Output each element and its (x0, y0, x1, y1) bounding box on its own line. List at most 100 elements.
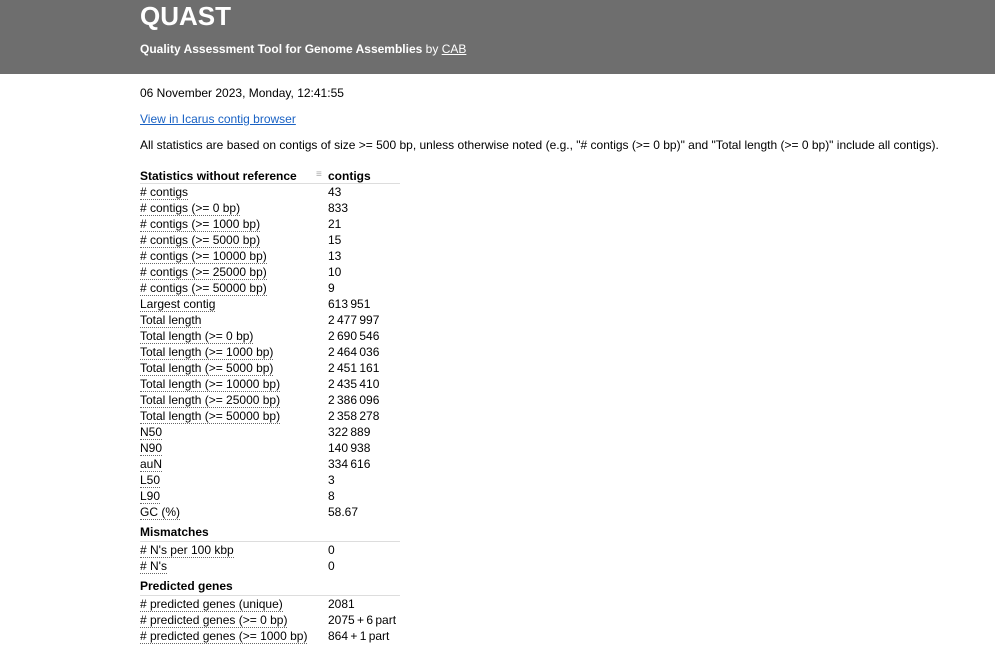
metric-name[interactable]: Total length (>= 10000 bp) (140, 377, 281, 392)
table-row: Total length (>= 25000 bp) 2 386 096 (140, 392, 400, 408)
table-row: L50 3 (140, 472, 400, 488)
metric-name[interactable]: Largest contig (140, 297, 216, 312)
metric-value: 864 + 1 part (328, 629, 390, 643)
table-row: # contigs (>= 25000 bp) 10 (140, 264, 400, 280)
metric-name-text: N50 (140, 425, 163, 440)
metric-value: 140 938 (328, 441, 371, 455)
section-mismatches: Mismatches (140, 524, 400, 542)
metric-value: 9 (328, 281, 335, 295)
metric-value: 21 (328, 217, 342, 231)
table-row: # contigs (>= 50000 bp) 9 (140, 280, 400, 296)
report-date: 06 November 2023, Monday, 12:41:55 (140, 86, 344, 100)
metric-value: 613 951 (328, 297, 371, 311)
metric-name[interactable]: # contigs (>= 25000 bp) (140, 265, 267, 280)
metric-name[interactable]: Total length (>= 0 bp) (140, 329, 254, 344)
table-row: GC (%) 58.67 (140, 504, 400, 520)
stats-table: Statistics without reference ≡ contigs #… (140, 168, 400, 644)
section-predicted-genes: Predicted genes (140, 578, 400, 596)
metric-name[interactable]: N50 (140, 425, 163, 440)
metric-name-text: Total length (>= 1000 bp) (140, 345, 274, 360)
metric-name[interactable]: # contigs (>= 50000 bp) (140, 281, 267, 296)
subtitle-text: Quality Assessment Tool for Genome Assem… (140, 42, 423, 56)
metric-name-text: # contigs (>= 25000 bp) (140, 265, 267, 280)
table-row: auN 334 616 (140, 456, 400, 472)
metric-name[interactable]: # contigs (>= 1000 bp) (140, 217, 261, 232)
metric-name[interactable]: Total length (>= 25000 bp) (140, 393, 281, 408)
table-row: Total length (>= 0 bp) 2 690 546 (140, 328, 400, 344)
metric-name[interactable]: auN (140, 457, 163, 472)
table-row: # predicted genes (>= 0 bp) 2075 + 6 part (140, 612, 400, 628)
metric-name[interactable]: # predicted genes (unique) (140, 597, 283, 612)
metric-name-text: # predicted genes (unique) (140, 597, 283, 612)
metric-value: 2081 (328, 597, 355, 611)
metric-name[interactable]: # predicted genes (>= 1000 bp) (140, 629, 308, 644)
table-row: # contigs (>= 0 bp) 833 (140, 200, 400, 216)
metric-name-text: # contigs (>= 0 bp) (140, 201, 241, 216)
table-row: Total length (>= 50000 bp) 2 358 278 (140, 408, 400, 424)
metric-value: 2 386 096 (328, 393, 380, 407)
metric-name-text: Total length (140, 313, 202, 328)
metric-value: 0 (328, 543, 335, 557)
metric-name[interactable]: Total length (>= 50000 bp) (140, 409, 281, 424)
metric-value: 2075 + 6 part (328, 613, 397, 627)
metric-name-text: # predicted genes (>= 0 bp) (140, 613, 288, 628)
quast-logo: QUAST (140, 1, 231, 31)
metric-value: 2 477 997 (328, 313, 380, 327)
metric-name[interactable]: # contigs (>= 10000 bp) (140, 249, 267, 264)
author-link[interactable]: CAB (442, 42, 467, 56)
metric-name-text: auN (140, 457, 163, 472)
metric-name-text: # contigs (140, 185, 189, 200)
metric-value: 43 (328, 185, 342, 199)
metric-name-text: Total length (>= 0 bp) (140, 329, 254, 344)
metric-name[interactable]: GC (%) (140, 505, 180, 520)
metric-value: 833 (328, 201, 349, 215)
table-header-label: Statistics without reference (140, 169, 297, 183)
metric-name[interactable]: # contigs (>= 0 bp) (140, 201, 241, 216)
metric-name[interactable]: L50 (140, 473, 161, 488)
table-header: Statistics without reference ≡ contigs (140, 168, 400, 184)
metric-name-text: # contigs (>= 1000 bp) (140, 217, 261, 232)
table-row: # contigs (>= 5000 bp) 15 (140, 232, 400, 248)
page-header: QUAST Quality Assessment Tool for Genome… (0, 0, 995, 74)
metric-value: 2 690 546 (328, 329, 380, 343)
metric-value: 15 (328, 233, 342, 247)
table-row: # N's 0 (140, 558, 400, 574)
metric-value: 334 616 (328, 457, 371, 471)
table-row: N50 322 889 (140, 424, 400, 440)
metric-name[interactable]: Total length (140, 313, 202, 328)
metric-name-text: Largest contig (140, 297, 216, 312)
metric-name[interactable]: # N's per 100 kbp (140, 543, 234, 558)
table-row: Largest contig 613 951 (140, 296, 400, 312)
metric-name[interactable]: N90 (140, 441, 163, 456)
metric-value: 322 889 (328, 425, 371, 439)
metric-name-text: L50 (140, 473, 161, 488)
metric-value: 58.67 (328, 505, 359, 519)
column-header-contigs[interactable]: contigs (328, 169, 371, 183)
metric-name[interactable]: # N's (140, 559, 167, 574)
metric-name[interactable]: L90 (140, 489, 161, 504)
table-row: Total length 2 477 997 (140, 312, 400, 328)
table-row: # contigs 43 (140, 184, 400, 200)
table-row: Total length (>= 10000 bp) 2 435 410 (140, 376, 400, 392)
section-label: Mismatches (140, 525, 209, 539)
metric-name-text: L90 (140, 489, 161, 504)
metric-name[interactable]: # contigs (>= 5000 bp) (140, 233, 261, 248)
section-label: Predicted genes (140, 579, 233, 593)
metric-name[interactable]: # contigs (140, 185, 189, 200)
metric-name-text: # predicted genes (>= 1000 bp) (140, 629, 308, 644)
metric-value: 2 451 161 (328, 361, 380, 375)
table-row: Total length (>= 1000 bp) 2 464 036 (140, 344, 400, 360)
table-row: N90 140 938 (140, 440, 400, 456)
metric-name[interactable]: Total length (>= 5000 bp) (140, 361, 274, 376)
table-row: # N's per 100 kbp 0 (140, 542, 400, 558)
table-row: Total length (>= 5000 bp) 2 451 161 (140, 360, 400, 376)
table-row: L90 8 (140, 488, 400, 504)
metric-name[interactable]: Total length (>= 1000 bp) (140, 345, 274, 360)
metric-value: 2 464 036 (328, 345, 380, 359)
metric-value: 3 (328, 473, 335, 487)
metric-name[interactable]: # predicted genes (>= 0 bp) (140, 613, 288, 628)
metric-name-text: # contigs (>= 10000 bp) (140, 249, 267, 264)
icarus-link[interactable]: View in Icarus contig browser (140, 112, 296, 126)
table-row: # predicted genes (unique) 2081 (140, 596, 400, 612)
column-drag-handle-icon[interactable]: ≡ (316, 170, 322, 180)
